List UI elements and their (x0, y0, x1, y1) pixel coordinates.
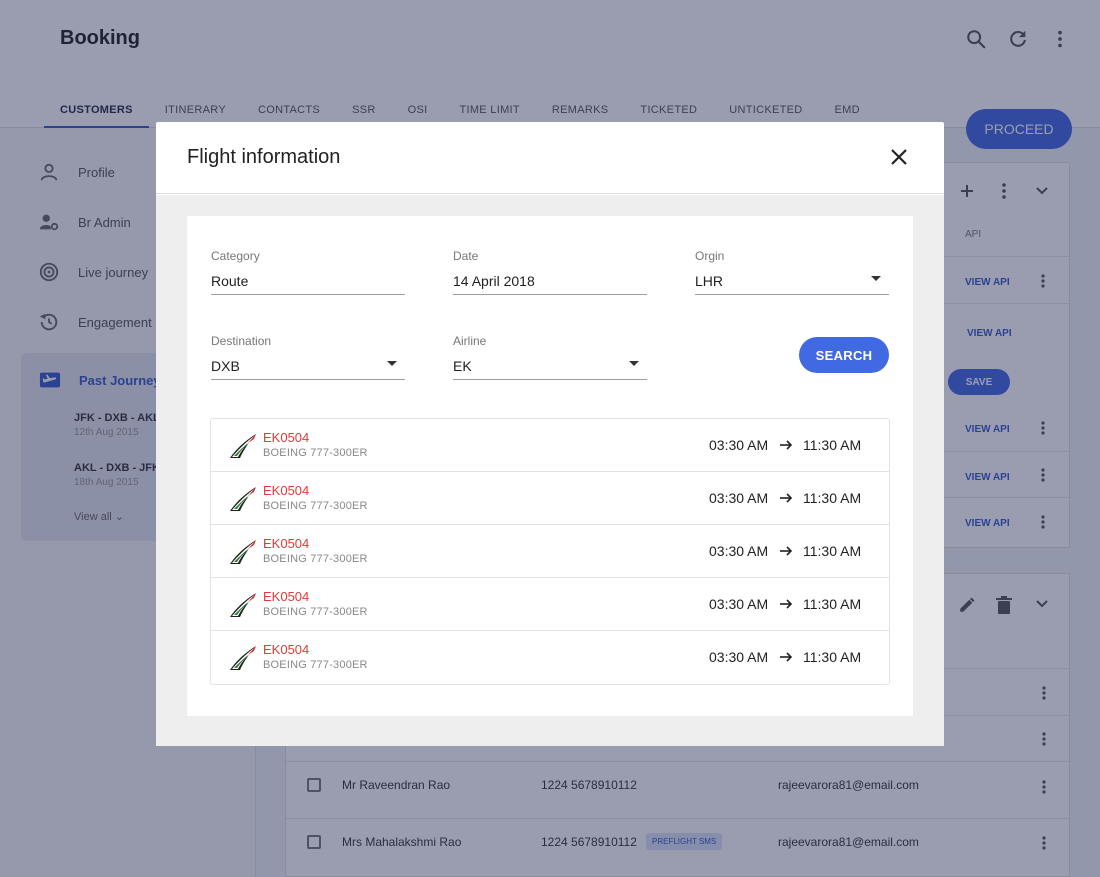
airline-field[interactable]: Airline EK (453, 334, 647, 380)
airline-logo-icon (230, 434, 256, 458)
destination-label: Destination (211, 334, 272, 348)
category-input[interactable]: Route (211, 273, 405, 295)
arrival-time: 11:30 AM (803, 649, 862, 665)
flight-results-list: EK0504 BOEING 777-300ER 03:30 AM 11:30 A… (210, 418, 890, 685)
dialog-header: Flight information (156, 122, 944, 194)
departure-time: 03:30 AM (709, 596, 769, 612)
airline-logo-icon (230, 646, 256, 670)
aircraft-type: BOEING 777-300ER (263, 553, 368, 565)
airline-logo-icon (230, 540, 256, 564)
date-label: Date (453, 249, 479, 263)
dropdown-arrow-icon[interactable] (871, 276, 881, 281)
flight-code: EK0504 (263, 483, 310, 498)
flight-search-form: Category Route Date 14 April 2018 Orgin … (187, 216, 913, 716)
arrival-time: 11:30 AM (803, 437, 862, 453)
origin-label: Orgin (695, 249, 725, 263)
dialog-body: Category Route Date 14 April 2018 Orgin … (156, 195, 944, 746)
flight-code: EK0504 (263, 589, 310, 604)
flight-code: EK0504 (263, 642, 310, 657)
airline-logo-icon (230, 487, 256, 511)
dropdown-arrow-icon[interactable] (387, 361, 397, 366)
arrival-time: 11:30 AM (803, 543, 862, 559)
flight-code: EK0504 (263, 430, 310, 445)
category-label: Category (211, 249, 260, 263)
date-field[interactable]: Date 14 April 2018 (453, 249, 647, 295)
origin-field[interactable]: Orgin LHR (695, 249, 889, 295)
close-icon[interactable] (889, 147, 909, 167)
aircraft-type: BOEING 777-300ER (263, 500, 368, 512)
dialog-title: Flight information (187, 146, 341, 168)
arrow-right-icon (780, 546, 793, 556)
date-input[interactable]: 14 April 2018 (453, 273, 647, 295)
aircraft-type: BOEING 777-300ER (263, 659, 368, 671)
arrow-right-icon (780, 652, 793, 662)
flight-row[interactable]: EK0504 BOEING 777-300ER 03:30 AM 11:30 A… (211, 631, 889, 684)
arrow-right-icon (780, 440, 793, 450)
origin-select[interactable]: LHR (695, 273, 889, 295)
arrow-right-icon (780, 599, 793, 609)
category-field[interactable]: Category Route (211, 249, 405, 295)
destination-select[interactable]: DXB (211, 358, 405, 380)
flight-information-dialog: Flight information Category Route Date 1… (156, 122, 944, 746)
airline-label: Airline (453, 334, 487, 348)
airline-select[interactable]: EK (453, 358, 647, 380)
flight-code: EK0504 (263, 536, 310, 551)
flight-row[interactable]: EK0504 BOEING 777-300ER 03:30 AM 11:30 A… (211, 578, 889, 631)
dropdown-arrow-icon[interactable] (629, 361, 639, 366)
aircraft-type: BOEING 777-300ER (263, 606, 368, 618)
departure-time: 03:30 AM (709, 490, 769, 506)
departure-time: 03:30 AM (709, 543, 769, 559)
flight-row[interactable]: EK0504 BOEING 777-300ER 03:30 AM 11:30 A… (211, 525, 889, 578)
arrow-right-icon (780, 493, 793, 503)
airline-logo-icon (230, 593, 256, 617)
aircraft-type: BOEING 777-300ER (263, 447, 368, 459)
search-button[interactable]: SEARCH (799, 337, 889, 373)
departure-time: 03:30 AM (709, 649, 769, 665)
departure-time: 03:30 AM (709, 437, 769, 453)
arrival-time: 11:30 AM (803, 490, 862, 506)
flight-row[interactable]: EK0504 BOEING 777-300ER 03:30 AM 11:30 A… (211, 472, 889, 525)
flight-row[interactable]: EK0504 BOEING 777-300ER 03:30 AM 11:30 A… (211, 419, 889, 472)
destination-field[interactable]: Destination DXB (211, 334, 405, 380)
arrival-time: 11:30 AM (803, 596, 862, 612)
